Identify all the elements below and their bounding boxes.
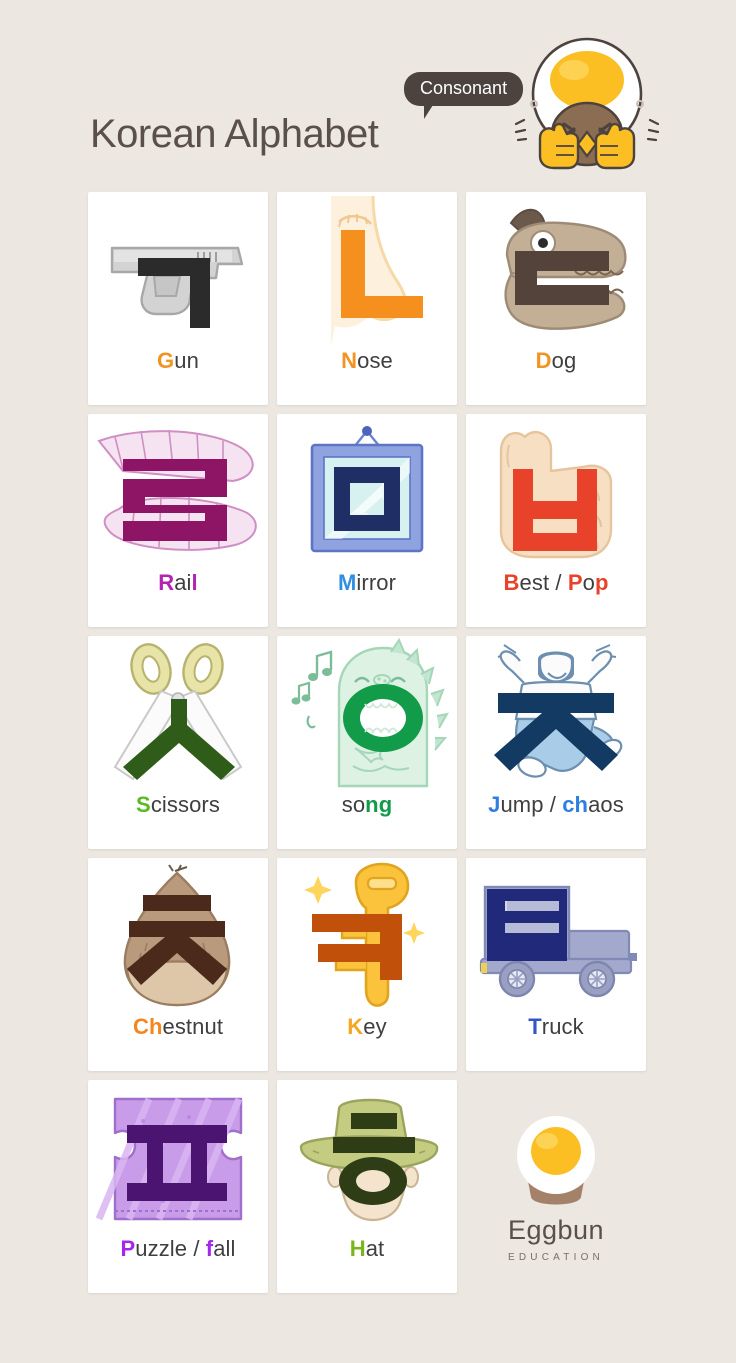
card-jump-chaos[interactable]: Jump / chaos [466,636,646,849]
card-label-dog: Dog [536,350,577,372]
label-segment: G [157,348,175,373]
card-puzzle-fall[interactable]: Puzzle / fall [88,1080,268,1293]
label-segment: so [341,792,366,817]
art-pistol [88,192,268,350]
logo-subtitle: EDUCATION [508,1251,604,1263]
label-segment: ai [174,570,192,595]
label-segment: irror [356,570,397,595]
label-segment: cissors [150,792,220,817]
card-label-rail: Rail [158,572,198,594]
header: Korean Alphabet Consonant [0,0,736,190]
card-label-mirror: Mirror [338,572,396,594]
card-nose[interactable]: Nose [277,192,457,405]
page-title: Korean Alphabet [90,112,379,156]
eggbun-logo: Eggbun EDUCATION [466,1080,646,1293]
egg-on-bun-icon [517,1115,595,1204]
art-singing-dino [277,636,457,794]
label-segment: estnut [162,1014,224,1039]
art-puzzle [88,1080,268,1238]
art-scissors [88,636,268,794]
card-truck[interactable]: Truck [466,858,646,1071]
infographic-page: Korean Alphabet Consonant Gun Nose Dog R… [0,0,736,1363]
card-gun[interactable]: Gun [88,192,268,405]
label-segment: K [347,1014,364,1039]
card-label-jump-chaos: Jump / chaos [488,794,624,816]
label-segment: P [120,1236,136,1261]
label-segment: og [551,348,577,373]
label-segment: est / [519,570,568,595]
label-segment: ey [363,1014,387,1039]
art-mirror [277,414,457,572]
art-truck [466,858,646,1016]
alphabet-card-grid: Gun Nose Dog Rail Mirror Best / Pop Scis… [88,192,646,1293]
card-dog[interactable]: Dog [466,192,646,405]
label-segment: all [213,1236,236,1261]
label-segment: aos [588,792,624,817]
label-segment: J [488,792,501,817]
label-segment: ruck [541,1014,584,1039]
art-jumping-person [466,636,646,794]
art-thumbs-up [466,414,646,572]
art-dog [466,192,646,350]
eggbun-mascot [492,36,682,176]
card-label-key: Key [347,1016,386,1038]
label-segment: B [503,570,520,595]
card-rail[interactable]: Rail [88,414,268,627]
label-segment: D [535,348,552,373]
art-rail [88,414,268,572]
label-segment: ose [357,348,393,373]
label-segment: uzzle / [135,1236,206,1261]
card-label-puzzle-fall: Puzzle / fall [120,1238,235,1260]
card-hat[interactable]: Hat [277,1080,457,1293]
label-segment: o [582,570,595,595]
label-segment: p [594,570,609,595]
card-label-nose: Nose [341,350,393,372]
logo-wordmark: Eggbun [507,1214,605,1245]
label-segment: ng [365,792,393,817]
label-segment: S [136,792,151,817]
art-nose [277,192,457,350]
label-segment: at [365,1236,385,1261]
bubble-tail [424,105,438,119]
label-segment: un [174,348,199,373]
card-best-pop[interactable]: Best / Pop [466,414,646,627]
label-segment: P [567,570,583,595]
card-label-truck: Truck [528,1016,584,1038]
label-segment: ch [562,792,589,817]
art-key [277,858,457,1016]
card-label-gun: Gun [157,350,199,372]
card-chestnut[interactable]: Chestnut [88,858,268,1071]
card-label-best-pop: Best / Pop [504,572,609,594]
label-segment: M [337,570,357,595]
art-chestnut [88,858,268,1016]
card-mirror[interactable]: Mirror [277,414,457,627]
label-segment: H [349,1236,366,1261]
label-segment: Ch [132,1014,163,1039]
card-label-hat: Hat [350,1238,385,1260]
card-song[interactable]: song [277,636,457,849]
card-scissors[interactable]: Scissors [88,636,268,849]
art-hat [277,1080,457,1238]
label-segment: T [528,1014,542,1039]
label-segment: N [341,348,358,373]
label-segment: l [191,570,198,595]
card-label-scissors: Scissors [136,794,220,816]
label-segment: R [158,570,175,595]
card-label-song: song [342,794,393,816]
card-label-chestnut: Chestnut [133,1016,223,1038]
card-key[interactable]: Key [277,858,457,1071]
label-segment: ump / [500,792,563,817]
